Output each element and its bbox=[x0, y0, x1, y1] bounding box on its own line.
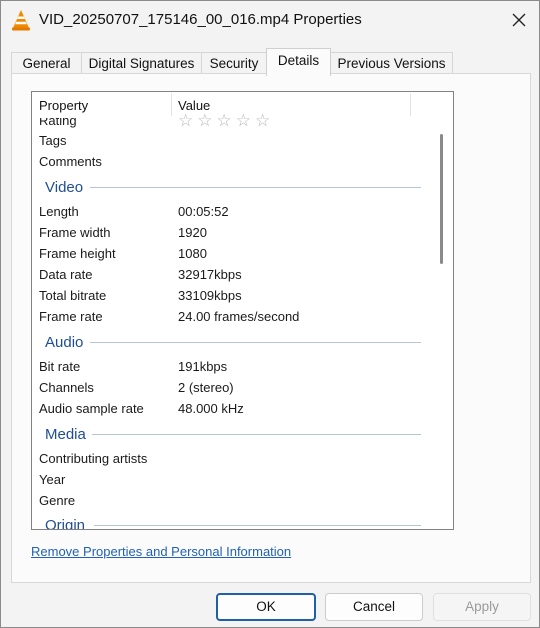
column-divider[interactable] bbox=[171, 94, 172, 116]
vertical-scrollbar[interactable] bbox=[440, 134, 443, 264]
star-icon[interactable]: ☆ bbox=[236, 112, 251, 130]
row-label-year: Year bbox=[39, 472, 66, 487]
rating-stars[interactable]: ☆ ☆ ☆ ☆ ☆ bbox=[178, 112, 270, 130]
star-icon[interactable]: ☆ bbox=[178, 112, 193, 130]
section-divider bbox=[92, 434, 421, 435]
row-value-channels: 2 (stereo) bbox=[178, 380, 234, 395]
row-label-rating: Rating bbox=[39, 113, 77, 128]
row-value-audio-sample-rate: 48.000 kHz bbox=[178, 401, 244, 416]
remove-properties-link[interactable]: Remove Properties and Personal Informati… bbox=[31, 544, 291, 559]
tab-digital-signatures[interactable]: Digital Signatures bbox=[81, 52, 202, 75]
column-divider[interactable] bbox=[410, 94, 411, 116]
row-label-genre: Genre bbox=[39, 493, 76, 508]
row-value-frame-height: 1080 bbox=[178, 246, 207, 261]
star-icon[interactable]: ☆ bbox=[197, 112, 212, 130]
section-divider bbox=[90, 187, 421, 188]
row-label-length: Length bbox=[39, 204, 79, 219]
row-label-tags: Tags bbox=[39, 133, 67, 148]
row-value-frame-width: 1920 bbox=[178, 225, 207, 240]
section-divider bbox=[90, 342, 421, 343]
section-title-audio: Audio bbox=[45, 334, 84, 351]
row-value-frame-rate: 24.00 frames/second bbox=[178, 309, 300, 324]
window-title: VID_20250707_175146_00_016.mp4 Propertie… bbox=[39, 11, 362, 28]
row-label-frame-height: Frame height bbox=[39, 246, 116, 261]
section-title-origin: Origin bbox=[45, 517, 86, 530]
details-panel: Property Value Rating ☆ ☆ ☆ ☆ ☆ Tags Com… bbox=[11, 73, 531, 583]
row-label-audio-sample-rate: Audio sample rate bbox=[39, 401, 144, 416]
apply-button[interactable]: Apply bbox=[433, 593, 531, 621]
title-bar: VID_20250707_175146_00_016.mp4 Propertie… bbox=[1, 1, 539, 39]
row-value-length: 00:05:52 bbox=[178, 204, 229, 219]
row-label-bit-rate: Bit rate bbox=[39, 359, 81, 374]
tab-general[interactable]: General bbox=[11, 52, 82, 75]
row-value-total-bitrate: 33109kbps bbox=[178, 288, 242, 303]
row-label-data-rate: Data rate bbox=[39, 267, 93, 282]
properties-dialog: VID_20250707_175146_00_016.mp4 Propertie… bbox=[0, 0, 540, 628]
star-icon[interactable]: ☆ bbox=[217, 112, 232, 130]
row-label-total-bitrate: Total bitrate bbox=[39, 288, 107, 303]
close-icon bbox=[512, 13, 526, 27]
section-title-media: Media bbox=[45, 426, 86, 443]
row-label-frame-width: Frame width bbox=[39, 225, 111, 240]
row-value-bit-rate: 191kbps bbox=[178, 359, 228, 374]
ok-button[interactable]: OK bbox=[216, 593, 316, 621]
vlc-cone-icon bbox=[12, 10, 30, 31]
tab-security[interactable]: Security bbox=[201, 52, 267, 75]
row-label-frame-rate: Frame rate bbox=[39, 309, 103, 324]
tab-previous-versions[interactable]: Previous Versions bbox=[330, 52, 453, 75]
row-label-contributing-artists: Contributing artists bbox=[39, 451, 148, 466]
star-icon[interactable]: ☆ bbox=[255, 112, 270, 130]
row-value-data-rate: 32917kbps bbox=[178, 267, 242, 282]
section-title-video: Video bbox=[45, 179, 84, 196]
column-header-property[interactable]: Property bbox=[39, 98, 88, 113]
row-label-comments: Comments bbox=[39, 154, 102, 169]
row-label-channels: Channels bbox=[39, 380, 94, 395]
properties-list[interactable]: Property Value Rating ☆ ☆ ☆ ☆ ☆ Tags Com… bbox=[31, 91, 454, 530]
section-divider bbox=[94, 525, 421, 526]
cancel-button[interactable]: Cancel bbox=[325, 593, 423, 621]
tab-details[interactable]: Details bbox=[266, 48, 331, 76]
close-button[interactable] bbox=[501, 5, 537, 35]
